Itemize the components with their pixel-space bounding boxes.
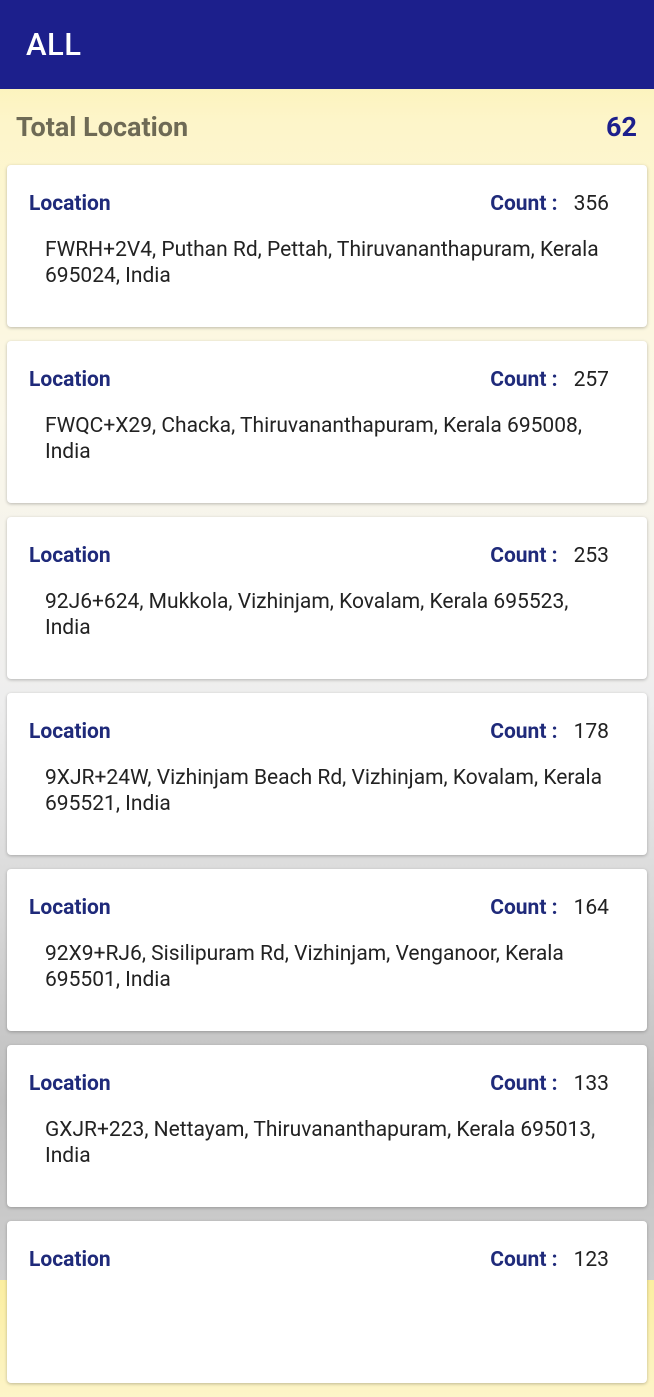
location-label: Location bbox=[29, 1072, 111, 1096]
count-label: Count : bbox=[490, 720, 558, 744]
location-card[interactable]: Location Count : 356 FWRH+2V4, Puthan Rd,… bbox=[7, 165, 647, 327]
location-list[interactable]: Location Count : 356 FWRH+2V4, Puthan Rd,… bbox=[7, 165, 647, 1397]
location-card[interactable]: Location Count : 123 bbox=[7, 1221, 647, 1383]
total-location-label: Total Location bbox=[16, 111, 189, 143]
location-address: 9XJR+24W, Vizhinjam Beach Rd, Vizhinjam,… bbox=[45, 766, 603, 816]
total-location-summary: Total Location 62 bbox=[0, 89, 654, 165]
location-label: Location bbox=[29, 368, 111, 392]
location-label: Location bbox=[29, 896, 111, 920]
count-value: 253 bbox=[573, 544, 609, 568]
count-label: Count : bbox=[490, 1248, 558, 1272]
location-address: FWQC+X29, Chacka, Thiruvananthapuram, Ke… bbox=[45, 414, 582, 464]
app-bar: ALL bbox=[0, 0, 654, 89]
location-card[interactable]: Location Count : 178 9XJR+24W, Vizhinjam … bbox=[7, 693, 647, 855]
count-value: 356 bbox=[573, 192, 609, 216]
location-label: Location bbox=[29, 720, 111, 744]
count-value: 164 bbox=[573, 896, 609, 920]
count-label: Count : bbox=[490, 896, 558, 920]
location-address: FWRH+2V4, Puthan Rd, Pettah, Thiruvanant… bbox=[45, 238, 599, 288]
location-address: 92J6+624, Mukkola, Vizhinjam, Kovalam, K… bbox=[45, 590, 569, 640]
count-label: Count : bbox=[490, 368, 558, 392]
location-label: Location bbox=[29, 192, 111, 216]
location-card[interactable]: Location Count : 253 92J6+624, Mukkola, V… bbox=[7, 517, 647, 679]
count-value: 178 bbox=[573, 720, 609, 744]
location-address: GXJR+223, Nettayam, Thiruvananthapuram, … bbox=[45, 1118, 596, 1168]
count-value: 123 bbox=[573, 1248, 609, 1272]
location-card[interactable]: Location Count : 164 92X9+RJ6, Sisilipura… bbox=[7, 869, 647, 1031]
page-title: ALL bbox=[26, 26, 82, 63]
location-address: 92X9+RJ6, Sisilipuram Rd, Vizhinjam, Ven… bbox=[45, 942, 564, 992]
location-label: Location bbox=[29, 1248, 111, 1272]
count-label: Count : bbox=[490, 1072, 558, 1096]
count-value: 133 bbox=[573, 1072, 609, 1096]
count-value: 257 bbox=[573, 368, 609, 392]
location-card[interactable]: Location Count : 257 FWQC+X29, Chacka, Th… bbox=[7, 341, 647, 503]
total-location-count: 62 bbox=[606, 111, 637, 143]
count-label: Count : bbox=[490, 192, 558, 216]
location-label: Location bbox=[29, 544, 111, 568]
location-card[interactable]: Location Count : 133 GXJR+223, Nettayam, … bbox=[7, 1045, 647, 1207]
count-label: Count : bbox=[490, 544, 558, 568]
